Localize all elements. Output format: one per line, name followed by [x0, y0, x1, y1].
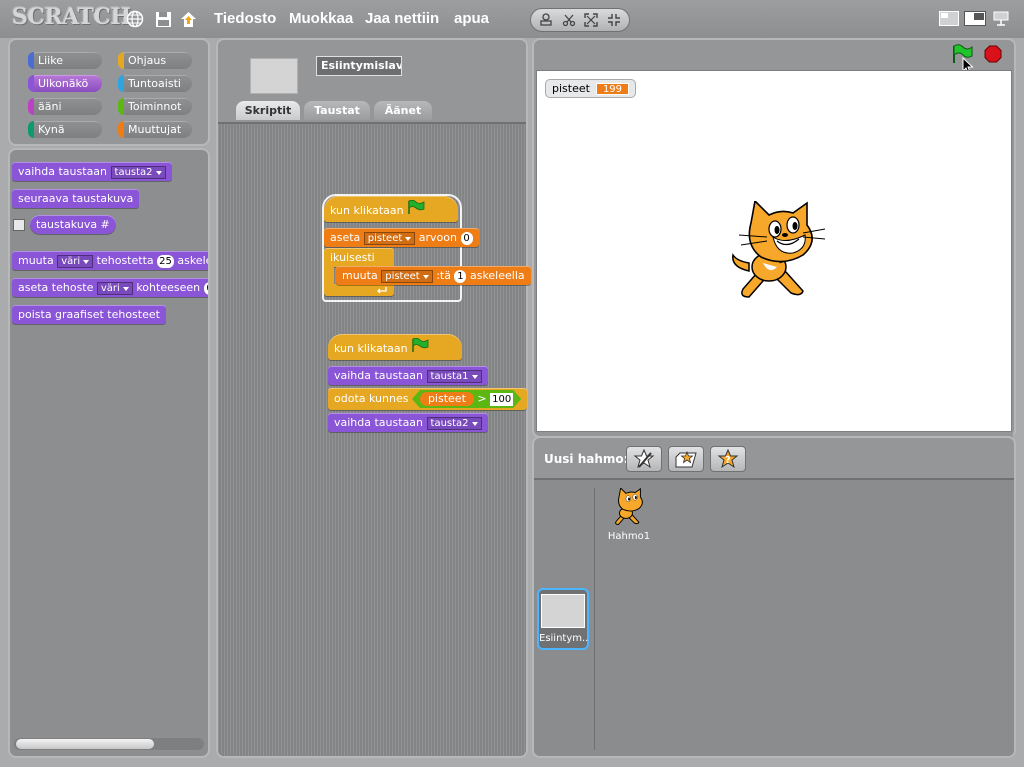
tab-scripts[interactable]: Skriptit: [236, 101, 300, 120]
backdrop-dropdown[interactable]: tausta2: [110, 165, 166, 179]
top-bar: SCRATCH Tiedosto Muokkaa Jaa nettiin apu…: [0, 0, 1024, 38]
green-flag-icon: [411, 334, 429, 364]
sprite-list-divider: [594, 488, 595, 750]
sprite-item-label: Hahmo1: [607, 531, 651, 542]
block-change-effect[interactable]: muuta väri tehostetta 25 askele: [12, 251, 208, 270]
block-backdrop-number[interactable]: taustakuva #: [30, 215, 116, 234]
variable-monitor[interactable]: pisteet 199: [545, 79, 637, 98]
block-when-flag-clicked-2[interactable]: kun klikataan: [328, 334, 462, 360]
category-control[interactable]: Ohjaus: [118, 52, 192, 69]
save-disk-icon[interactable]: [153, 9, 173, 29]
svg-text:?: ?: [725, 455, 731, 466]
new-sprite-label: Uusi hahmo:: [544, 452, 629, 466]
variable-monitor-value: 199: [595, 83, 630, 95]
sprite-item-hahmo1[interactable]: Hahmo1: [606, 487, 652, 542]
menu-edit[interactable]: Muokkaa: [289, 10, 353, 27]
greater-than-operator[interactable]: pisteet > 100: [412, 390, 521, 408]
block-next-backdrop[interactable]: seuraava taustakuva: [12, 189, 140, 208]
surprise-sprite-button[interactable]: ?: [710, 446, 746, 472]
stage-toolbar: [530, 8, 630, 32]
folder-star-icon: [675, 450, 697, 468]
shrink-icon[interactable]: [604, 11, 624, 29]
block-when-flag-clicked[interactable]: kun klikataan: [324, 196, 458, 222]
block-switch-backdrop[interactable]: vaihda taustaan tausta2: [12, 162, 172, 181]
palette-scrollbar-thumb[interactable]: [16, 739, 154, 749]
block-switch-backdrop-1[interactable]: vaihda taustaan tausta1: [328, 366, 488, 385]
block-wait-until[interactable]: odota kunnes pisteet > 100: [328, 388, 528, 410]
cat-sprite[interactable]: [727, 199, 827, 309]
menu-share[interactable]: Jaa nettiin: [365, 10, 439, 27]
script-area[interactable]: kun klikataan aseta pisteet arvoon 0 iku…: [218, 122, 531, 756]
stage-thumbnail-label: Esiintym..: [539, 633, 589, 644]
category-motion[interactable]: Liike: [28, 52, 102, 69]
grow-icon[interactable]: [581, 11, 601, 29]
category-sound[interactable]: ääni: [28, 98, 102, 115]
paint-new-sprite-button[interactable]: [626, 446, 662, 472]
layout-small-stage-icon[interactable]: [939, 11, 959, 26]
block-change-variable[interactable]: muuta pisteet :tä 1 askeleella: [336, 266, 531, 285]
category-variables[interactable]: Muuttujat: [118, 121, 192, 138]
layout-normal-icon[interactable]: [964, 11, 986, 26]
block-set-effect[interactable]: aseta tehoste väri kohteeseen 0: [12, 278, 208, 297]
block-clear-graphic-effects[interactable]: poista graafiset tehosteet: [12, 305, 166, 324]
stage-thumbnail-image: [541, 594, 585, 628]
forever-footer: [324, 284, 394, 296]
category-pen[interactable]: Kynä: [28, 121, 102, 138]
menu-help[interactable]: apua: [454, 10, 489, 27]
paint-sprite-icon: [633, 449, 655, 469]
block-palette: vaihda taustaan tausta2 seuraava taustak…: [8, 148, 210, 758]
stop-button[interactable]: [984, 45, 1002, 66]
presentation-mode-icon[interactable]: [992, 11, 1012, 26]
block-forever[interactable]: ikuisesti: [324, 248, 394, 267]
stage-thumbnail-selected[interactable]: Esiintym..: [537, 588, 589, 650]
menu-file[interactable]: Tiedosto: [214, 10, 276, 27]
language-globe-icon[interactable]: [125, 9, 145, 29]
sprite-panel: Uusi hahmo: ? Esiintym.. Hahmo1: [532, 436, 1016, 758]
question-star-icon: ?: [717, 449, 739, 469]
object-name-field[interactable]: Esiintymislava: [316, 56, 402, 76]
palette-scrollbar[interactable]: [14, 738, 204, 750]
sprite-list: Esiintym.. Hahmo1: [534, 478, 1014, 756]
duplicate-stamp-icon[interactable]: [536, 11, 556, 29]
scratch-logo: SCRATCH: [12, 4, 131, 30]
delete-scissors-icon[interactable]: [559, 11, 579, 29]
stage-thumbnail: [250, 58, 298, 94]
choose-sprite-from-file-button[interactable]: [668, 446, 704, 472]
block-set-variable[interactable]: aseta pisteet arvoon 0: [324, 228, 479, 247]
tab-sounds[interactable]: Äänet: [374, 101, 432, 120]
category-operators[interactable]: Toiminnot: [118, 98, 192, 115]
share-upload-icon[interactable]: [178, 9, 198, 29]
tab-backdrops[interactable]: Taustat: [304, 101, 370, 120]
stage-frame: pisteet 199: [532, 38, 1016, 438]
block-switch-backdrop-2[interactable]: vaihda taustaan tausta2: [328, 413, 488, 432]
scripts-panel: Esiintymislava Skriptit Taustat Äänet ku…: [216, 38, 531, 758]
stage[interactable]: pisteet 199: [536, 70, 1012, 432]
backdrop-number-checkbox[interactable]: [13, 219, 25, 231]
green-flag-icon: [407, 196, 425, 226]
category-panel: Liike Ohjaus Ulkonäkö Tuntoaisti ääni To…: [8, 38, 210, 146]
category-looks[interactable]: Ulkonäkö: [28, 75, 102, 92]
cat-sprite-thumbnail-icon: [615, 487, 643, 526]
category-sensing[interactable]: Tuntoaisti: [118, 75, 192, 92]
